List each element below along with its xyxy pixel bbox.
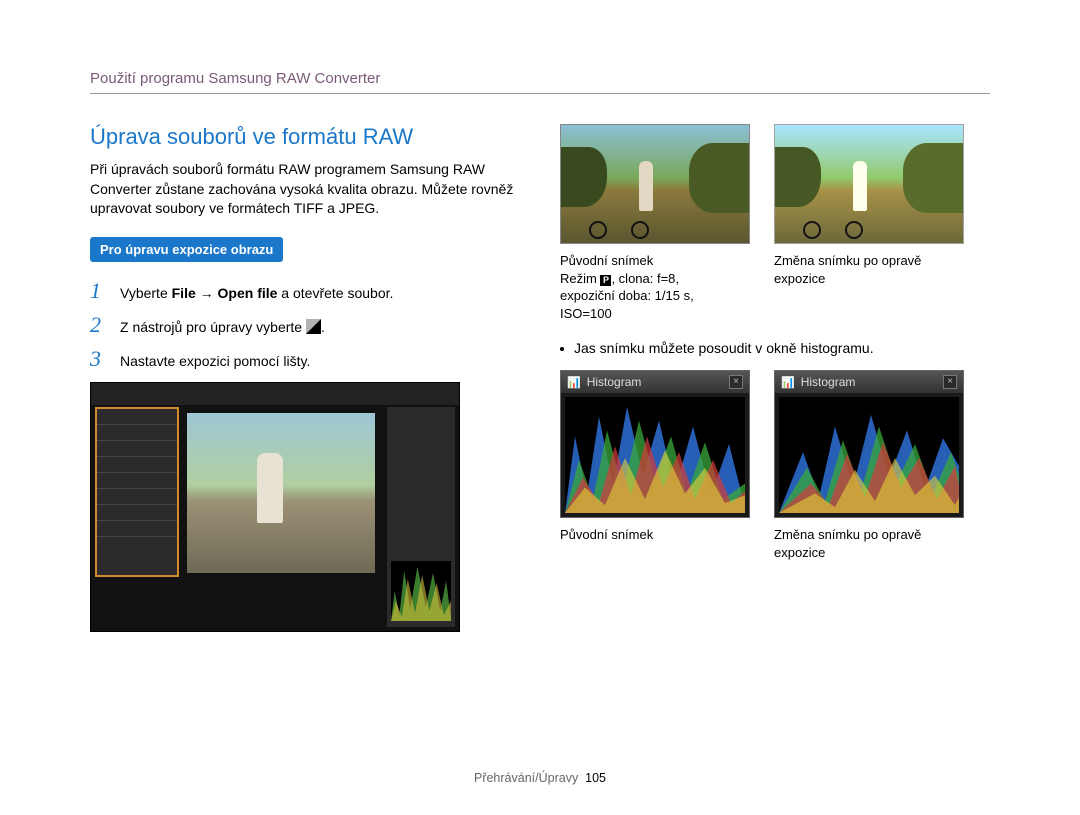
- step-text-pre: Z nástrojů pro úpravy vyberte: [120, 319, 306, 335]
- bullet-text: Jas snímku můžete posoudit v okně histog…: [574, 340, 874, 356]
- histogram-icon: 📊: [567, 376, 581, 389]
- histogram-title: Histogram: [587, 375, 642, 389]
- step-number: 2: [90, 312, 110, 338]
- caption-adjusted: Změna snímku po opravě expozice: [774, 252, 964, 322]
- step-text-pre: Vyberte: [120, 285, 172, 301]
- mode-p-icon: P: [600, 275, 611, 286]
- subsection-badge: Pro úpravu expozice obrazu: [90, 237, 283, 262]
- step-number: 1: [90, 278, 110, 304]
- cap-line: Původní snímek: [560, 252, 750, 270]
- histogram-adjusted: 📊 Histogram ×: [774, 370, 964, 518]
- bullet-note: Jas snímku můžete posoudit v okně histog…: [560, 340, 990, 356]
- step-1: 1 Vyberte File → Open file a otevřete so…: [90, 278, 520, 304]
- section-title: Úprava souborů ve formátu RAW: [90, 124, 520, 150]
- cap-line: Režim: [560, 271, 600, 286]
- app-screenshot: [90, 382, 460, 632]
- cap-line: ISO=100: [560, 305, 750, 323]
- right-column: Původní snímek Režim P, clona: f=8, expo…: [560, 124, 990, 632]
- step-3: 3 Nastavte expozici pomocí lišty.: [90, 346, 520, 372]
- cap-line: , clona: f=8,: [611, 271, 679, 286]
- footer-section: Přehrávání/Úpravy: [474, 771, 578, 785]
- page-footer: Přehrávání/Úpravy 105: [0, 771, 1080, 785]
- hist-caption-adjusted: Změna snímku po opravě expozice: [774, 526, 964, 561]
- step-text-bold: File → Open file: [172, 285, 278, 301]
- caption-original: Původní snímek Režim P, clona: f=8, expo…: [560, 252, 750, 322]
- exposure-icon: [306, 319, 321, 334]
- step-number: 3: [90, 346, 110, 372]
- photo-adjusted: [774, 124, 964, 244]
- histogram-original: 📊 Histogram ×: [560, 370, 750, 518]
- cap-line: expozice: [774, 544, 964, 562]
- photo-original: [560, 124, 750, 244]
- cap-line: expozice: [774, 270, 964, 288]
- cap-line: Změna snímku po opravě: [774, 252, 964, 270]
- close-icon[interactable]: ×: [729, 375, 743, 389]
- histogram-icon: 📊: [781, 376, 795, 389]
- intro-text: Při úpravách souborů formátu RAW program…: [90, 160, 520, 219]
- cap-line: expoziční doba: 1/15 s,: [560, 287, 750, 305]
- histogram-title: Histogram: [801, 375, 856, 389]
- cap-line: Změna snímku po opravě: [774, 526, 964, 544]
- step-text-post: .: [321, 319, 325, 335]
- page-header: Použití programu Samsung RAW Converter: [90, 70, 990, 94]
- left-column: Úprava souborů ve formátu RAW Při úpravá…: [90, 124, 520, 632]
- footer-page: 105: [585, 771, 606, 785]
- close-icon[interactable]: ×: [943, 375, 957, 389]
- hist-caption-original: Původní snímek: [560, 526, 750, 561]
- steps-list: 1 Vyberte File → Open file a otevřete so…: [90, 278, 520, 372]
- step-text-pre: Nastavte expozici pomocí lišty.: [120, 353, 310, 369]
- step-2: 2 Z nástrojů pro úpravy vyberte .: [90, 312, 520, 338]
- step-text-post: a otevřete soubor.: [277, 285, 393, 301]
